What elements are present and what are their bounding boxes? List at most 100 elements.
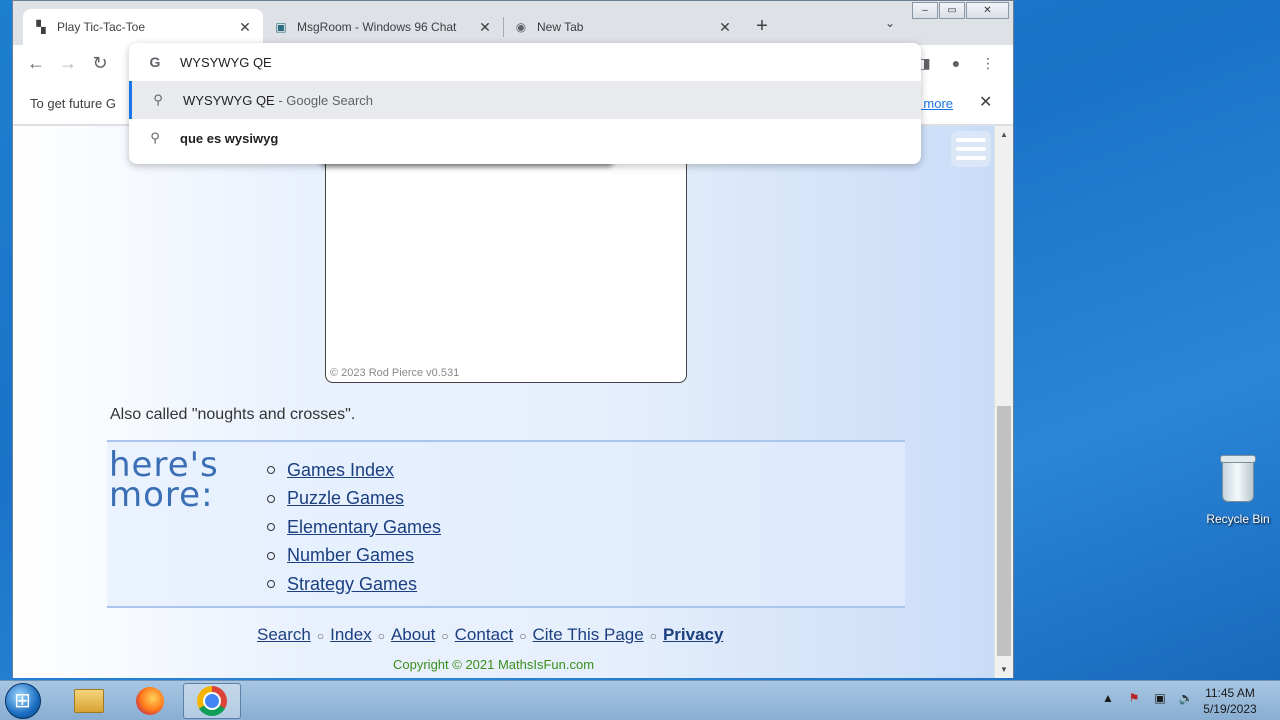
close-tab-icon[interactable]: ✕: [477, 19, 493, 36]
recycle-bin-label: Recycle Bin: [1206, 512, 1270, 526]
tab-title: New Tab: [537, 20, 584, 34]
tab-title: Play Tic-Tac-Toe: [57, 20, 146, 34]
game-copyright: © 2023 Rod Pierce v0.531: [330, 367, 460, 379]
scroll-down-arrow-icon[interactable]: ▼: [995, 661, 1013, 678]
hamburger-line: [956, 138, 986, 142]
taskbar: ▲ ⚑ ▣ 🔈 11:45 AM 5/19/2023: [0, 680, 1280, 720]
bullet-icon: [267, 466, 275, 475]
action-center-flag-icon[interactable]: ⚑: [1126, 691, 1142, 705]
strategy-games-link[interactable]: Strategy Games: [287, 574, 417, 595]
chrome-icon: [197, 686, 227, 716]
profile-button[interactable]: ●: [946, 53, 966, 73]
recycle-bin-icon: [1220, 455, 1256, 502]
search-icon: ⚲: [153, 92, 163, 107]
footer-privacy-link[interactable]: Privacy: [663, 625, 724, 644]
tab-search-dropdown-icon[interactable]: ⌄: [885, 16, 895, 30]
site-copyright: Copyright © 2021 MathsIsFun.com: [393, 657, 595, 672]
start-button[interactable]: [5, 683, 41, 719]
tic-tac-toe-favicon: ▚: [36, 20, 46, 34]
separator-icon: ○: [316, 629, 325, 643]
omnibox-dropdown: G WYSYWYG QE ⚲ WYSYWYG QE - Google Searc…: [129, 43, 921, 164]
browser-window: ▚ Play Tic-Tac-Toe ✕ ▣ MsgRoom - Windows…: [12, 0, 1014, 678]
puzzle-games-link[interactable]: Puzzle Games: [287, 488, 404, 509]
folder-icon: [74, 689, 104, 713]
list-item: Games Index: [267, 456, 441, 485]
footer-index-link[interactable]: Index: [330, 625, 372, 644]
separator-icon: ○: [649, 629, 657, 643]
recycle-bin-shortcut[interactable]: Recycle Bin: [1203, 455, 1273, 526]
volume-muted-icon[interactable]: 🔈: [1178, 691, 1194, 705]
tab-play-tic-tac-toe[interactable]: ▚ Play Tic-Tac-Toe ✕: [23, 9, 263, 45]
tic-tac-toe-game-board[interactable]: © 2023 Rod Pierce v0.531: [317, 137, 687, 383]
page-scrollbar[interactable]: ▲ ▼: [994, 126, 1013, 678]
tab-title: MsgRoom - Windows 96 Chat: [297, 20, 457, 34]
suggestion-que-es-wysiwyg[interactable]: ⚲ que es wysiwyg: [129, 119, 921, 157]
window-controls: – ▭ ✕: [911, 2, 1009, 19]
clock-time: 11:45 AM: [1205, 686, 1255, 700]
bullet-icon: [267, 523, 275, 532]
tab-msgroom[interactable]: ▣ MsgRoom - Windows 96 Chat ✕: [263, 9, 503, 45]
separator-icon: ○: [377, 629, 385, 643]
hamburger-line: [956, 156, 986, 160]
info-bar-message: To get future G: [30, 96, 116, 111]
suggestion-text: que es wysiwyg: [180, 130, 279, 146]
footer-search-link[interactable]: Search: [257, 625, 311, 644]
system-tray: ▲ ⚑ ▣ 🔈: [1100, 691, 1194, 705]
minimize-button[interactable]: –: [912, 2, 938, 19]
suggestion-google-search[interactable]: ⚲ WYSYWYG QE - Google Search: [129, 81, 921, 119]
tab-new-tab[interactable]: ◉ New Tab ✕: [503, 9, 743, 45]
show-hidden-icons-icon[interactable]: ▲: [1100, 691, 1116, 705]
msgroom-favicon: ▣: [275, 20, 287, 34]
scroll-up-arrow-icon[interactable]: ▲: [995, 126, 1013, 143]
site-menu-button[interactable]: [951, 131, 991, 167]
close-window-button[interactable]: ✕: [966, 2, 1009, 19]
elementary-games-link[interactable]: Elementary Games: [287, 517, 441, 538]
suggestion-text: WYSYWYG QE - Google Search: [183, 92, 374, 108]
search-icon: ⚲: [150, 130, 160, 145]
reload-button[interactable]: ↻: [88, 51, 112, 75]
hamburger-line: [956, 147, 986, 151]
web-page-content: © 2023 Rod Pierce v0.531 Also called "no…: [13, 126, 994, 678]
heres-more-logo: here's more:: [109, 445, 219, 515]
network-icon[interactable]: ▣: [1152, 691, 1168, 705]
more-games-list: Games Index Puzzle Games Elementary Game…: [267, 456, 441, 599]
more-games-section: here's more: Games Index Puzzle Games El…: [107, 440, 905, 608]
games-index-link[interactable]: Games Index: [287, 460, 394, 481]
footer-links: Search ○ Index ○ About ○ Contact ○ Cite This Pag…: [257, 625, 723, 645]
list-item: Number Games: [267, 542, 441, 571]
close-tab-icon[interactable]: ✕: [237, 19, 253, 36]
profile-avatar-icon: ●: [951, 55, 961, 71]
address-bar[interactable]: G WYSYWYG QE: [129, 43, 921, 81]
list-item: Elementary Games: [267, 513, 441, 542]
reload-icon: ↻: [92, 53, 108, 73]
kebab-menu-icon: ⋮: [981, 55, 995, 71]
google-icon: G: [149, 54, 161, 70]
back-arrow-icon: ←: [27, 53, 45, 73]
forward-button[interactable]: →: [56, 51, 80, 75]
separator-icon: ○: [519, 629, 527, 643]
bullet-icon: [267, 551, 275, 560]
list-item: Puzzle Games: [267, 485, 441, 514]
bullet-icon: [267, 580, 275, 589]
footer-about-link[interactable]: About: [391, 625, 435, 644]
firefox-icon: [136, 687, 164, 715]
close-tab-icon[interactable]: ✕: [717, 19, 733, 36]
chrome-menu-button[interactable]: ⋮: [978, 53, 998, 73]
back-button[interactable]: ←: [24, 51, 48, 75]
maximize-button[interactable]: ▭: [939, 2, 965, 19]
footer-contact-link[interactable]: Contact: [455, 625, 514, 644]
footer-cite-link[interactable]: Cite This Page: [533, 625, 644, 644]
taskbar-file-explorer[interactable]: [60, 683, 118, 719]
system-clock[interactable]: 11:45 AM 5/19/2023: [1198, 685, 1262, 717]
scrollbar-thumb[interactable]: [997, 406, 1011, 656]
clock-date: 5/19/2023: [1203, 702, 1257, 716]
number-games-link[interactable]: Number Games: [287, 545, 414, 566]
taskbar-firefox[interactable]: [121, 683, 179, 719]
list-item: Strategy Games: [267, 570, 441, 599]
address-input[interactable]: WYSYWYG QE: [180, 55, 272, 70]
new-tab-button[interactable]: +: [750, 15, 774, 39]
taskbar-chrome[interactable]: [183, 683, 241, 719]
close-info-bar-icon[interactable]: ✕: [979, 92, 992, 112]
forward-arrow-icon: →: [59, 53, 77, 73]
also-called-text: Also called "noughts and crosses".: [110, 406, 356, 423]
